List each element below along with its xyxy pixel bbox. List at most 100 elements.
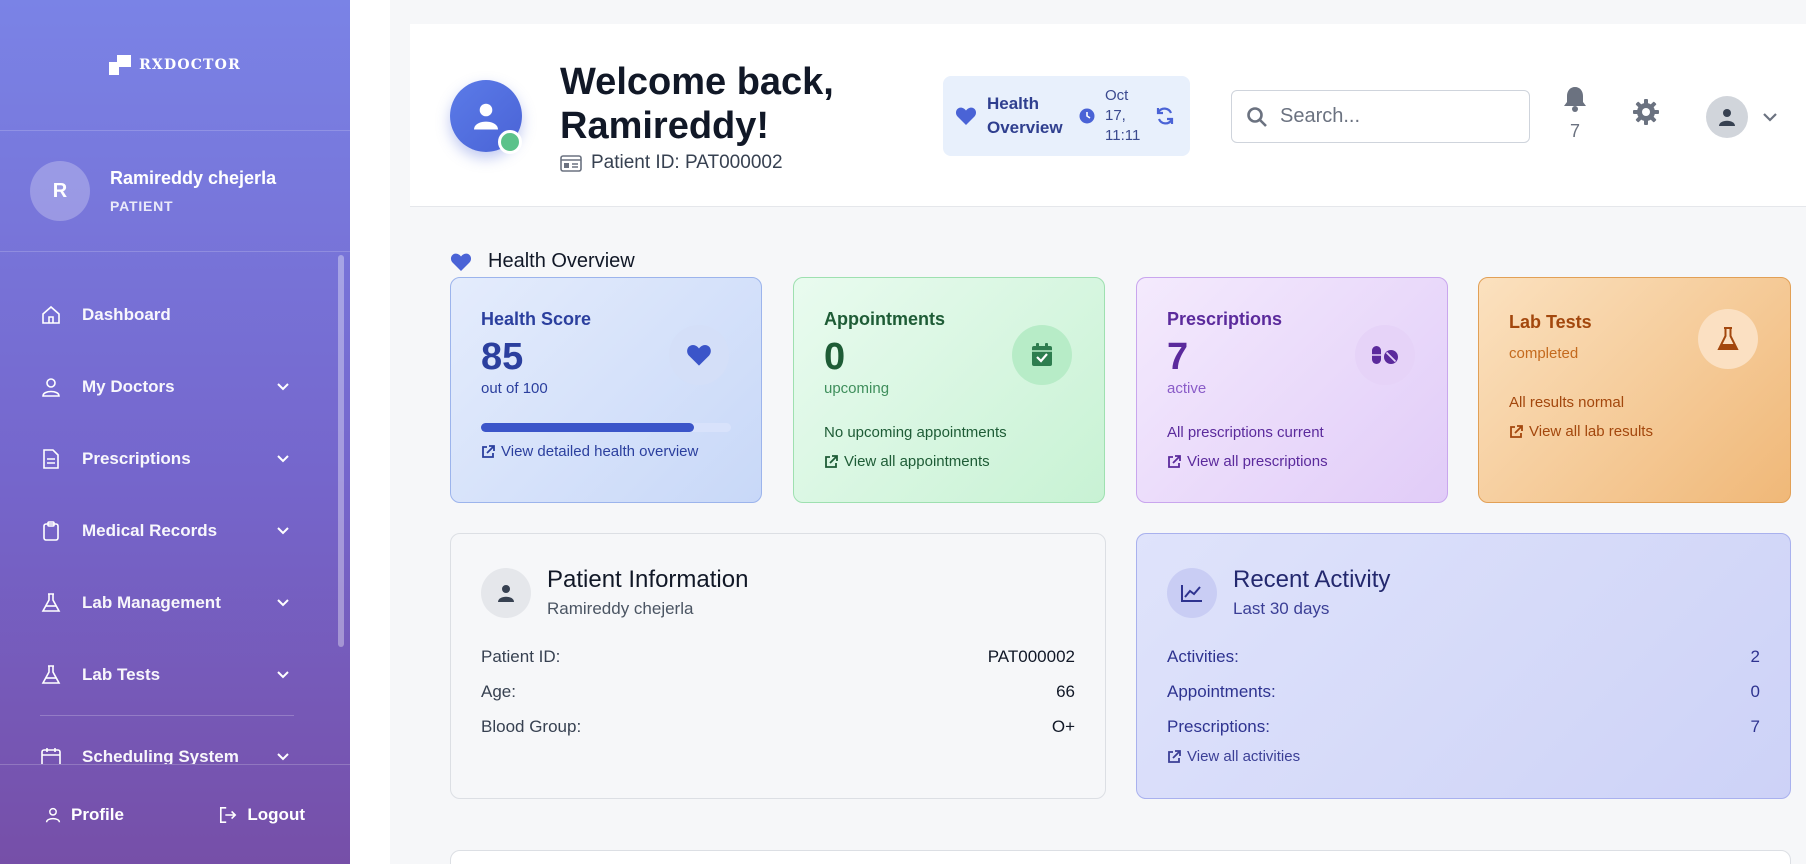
page-header: Welcome back, Ramireddy! Patient ID: PAT… xyxy=(410,24,1806,207)
patient-id-line: Patient ID: PAT000002 xyxy=(560,152,783,174)
activity-value: 0 xyxy=(1750,681,1760,701)
user-icon xyxy=(498,584,514,602)
card-badge xyxy=(1012,325,1072,385)
avatar xyxy=(1706,96,1748,138)
notifications-button[interactable]: 7 xyxy=(1560,86,1590,142)
link-text: View all prescriptions xyxy=(1187,453,1328,470)
card-note: All prescriptions current xyxy=(1167,424,1324,441)
sidebar-scrollbar[interactable] xyxy=(338,255,344,647)
avatar: R xyxy=(30,161,90,221)
info-key: Patient ID: xyxy=(481,646,561,666)
patient-info-rows: Patient ID: PAT000002 Age: 66 Blood Grou… xyxy=(481,639,1075,744)
search-box[interactable] xyxy=(1231,90,1530,143)
info-row: Patient ID: PAT000002 xyxy=(481,639,1075,674)
view-all-activities-link[interactable]: View all activities xyxy=(1167,748,1760,765)
info-row: Blood Group: O+ xyxy=(481,709,1075,744)
view-health-overview-link[interactable]: View detailed health overview xyxy=(481,443,698,460)
health-score-progress xyxy=(481,423,731,432)
search-input[interactable] xyxy=(1280,105,1500,128)
home-icon xyxy=(40,304,62,326)
info-key: Blood Group: xyxy=(481,716,582,736)
id-card-icon xyxy=(560,154,582,172)
activity-key: Appointments: xyxy=(1167,681,1276,701)
search-icon xyxy=(1247,106,1267,127)
clock-icon xyxy=(1079,108,1095,124)
health-overview-pill[interactable]: Health Overview Oct 17, 11:11 xyxy=(943,76,1190,156)
progress-fill xyxy=(481,423,694,432)
sidebar-item-prescriptions[interactable]: Prescriptions xyxy=(40,439,300,479)
activity-key: Activities: xyxy=(1167,646,1239,666)
chevron-down-icon xyxy=(277,599,289,607)
chevron-down-icon xyxy=(277,527,289,535)
info-value: PAT000002 xyxy=(987,646,1075,666)
sidebar-item-label: Prescriptions xyxy=(82,449,191,468)
sidebar-item-my-doctors[interactable]: My Doctors xyxy=(40,367,300,407)
sidebar-item-lab-management[interactable]: Lab Management xyxy=(40,583,300,623)
chevron-down-icon xyxy=(277,383,289,391)
sidebar-item-label: Lab Management xyxy=(82,593,221,612)
calendar-icon xyxy=(40,746,62,764)
patient-information-panel: Patient Information Ramireddy chejerla P… xyxy=(450,533,1106,799)
flask-icon xyxy=(40,664,62,686)
sidebar-item-medical-records[interactable]: Medical Records xyxy=(40,511,300,551)
content-gutter xyxy=(350,0,390,864)
profile-link[interactable]: Profile xyxy=(45,805,124,825)
settings-button[interactable] xyxy=(1632,98,1660,131)
appointments-card: Appointments 0 upcoming No upcoming appo… xyxy=(793,277,1105,503)
sidebar-item-scheduling-system[interactable]: Scheduling System xyxy=(40,737,300,764)
link-text: View all appointments xyxy=(844,453,990,470)
info-value: 66 xyxy=(1056,681,1075,701)
flask-icon xyxy=(40,592,62,614)
external-link-icon xyxy=(1510,424,1523,438)
notification-count: 7 xyxy=(1569,121,1580,141)
sidebar-item-lab-tests[interactable]: Lab Tests xyxy=(40,655,300,695)
sidebar-item-label: Dashboard xyxy=(82,305,171,324)
logout-link[interactable]: Logout xyxy=(219,805,305,825)
user-icon xyxy=(40,376,62,398)
panel-header: Patient Information Ramireddy chejerla xyxy=(481,566,1075,619)
sidebar-item-dashboard[interactable]: Dashboard xyxy=(40,295,300,335)
section-title-text: Health Overview xyxy=(488,250,635,272)
chevron-down-icon xyxy=(1763,113,1777,122)
user-name: Ramireddy chejerla xyxy=(110,168,277,188)
pills-icon xyxy=(1372,346,1398,364)
bell-icon xyxy=(1564,87,1586,112)
view-lab-results-link[interactable]: View all lab results xyxy=(1509,423,1653,440)
external-link-icon xyxy=(1168,454,1181,468)
line-chart-icon xyxy=(1181,584,1202,602)
external-link-icon xyxy=(825,454,838,468)
view-prescriptions-link[interactable]: View all prescriptions xyxy=(1167,453,1328,470)
refresh-icon[interactable] xyxy=(1155,106,1175,126)
prescriptions-card: Prescriptions 7 active All prescriptions… xyxy=(1136,277,1448,503)
info-value: O+ xyxy=(1051,716,1075,736)
brand[interactable]: RXDOCTOR xyxy=(0,0,350,131)
link-text: View detailed health overview xyxy=(501,443,699,460)
view-appointments-link[interactable]: View all appointments xyxy=(824,453,990,470)
panel-subtitle: Last 30 days xyxy=(1233,599,1330,618)
activity-row: Prescriptions: 7 xyxy=(1167,709,1760,744)
activity-row: Activities: 2 xyxy=(1167,639,1760,674)
panel-title: Patient Information xyxy=(547,566,749,593)
file-icon xyxy=(40,448,62,470)
lab-tests-card: Lab Tests completed All results normal V… xyxy=(1478,277,1791,503)
chevron-down-icon xyxy=(277,455,289,463)
panel-icon xyxy=(1167,567,1217,618)
activity-value: 7 xyxy=(1750,716,1760,736)
user-icon xyxy=(45,807,61,822)
chevron-down-icon xyxy=(277,753,289,761)
card-badge xyxy=(669,325,729,385)
external-link-icon xyxy=(1168,749,1181,763)
heart-icon xyxy=(955,107,977,125)
sidebar-item-label: Scheduling System xyxy=(82,747,239,764)
recent-activity-panel: Recent Activity Last 30 days Activities:… xyxy=(1136,533,1791,799)
activity-rows: Activities: 2 Appointments: 0 Prescripti… xyxy=(1167,639,1760,744)
brand-name: RXDOCTOR xyxy=(139,57,241,73)
chevron-down-icon xyxy=(277,671,289,679)
profile-label: Profile xyxy=(71,804,124,824)
activity-row: Appointments: 0 xyxy=(1167,674,1760,709)
panel-icon xyxy=(481,567,531,618)
heart-icon xyxy=(687,345,711,366)
nav-divider xyxy=(40,715,294,716)
user-profile-summary: R Ramireddy chejerla PATIENT xyxy=(0,131,350,252)
account-menu[interactable] xyxy=(1706,96,1778,138)
